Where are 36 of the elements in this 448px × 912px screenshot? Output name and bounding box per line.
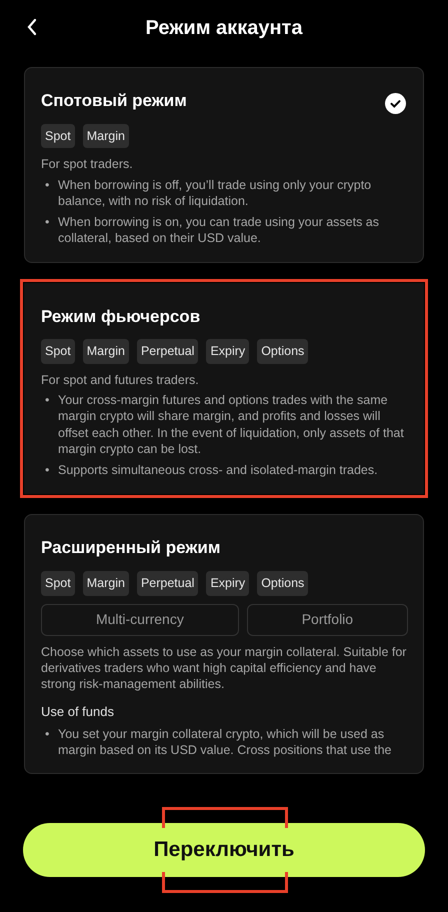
bullet-mark: • — [44, 462, 50, 478]
tag: Margin — [82, 124, 129, 148]
section-heading: Use of funds — [41, 703, 115, 722]
description: For spot and futures traders. — [41, 372, 200, 388]
page-title: Режим аккаунта — [146, 16, 302, 40]
option-button[interactable]: Portfolio — [246, 604, 408, 636]
bullet-text: You set your margin collateral crypto, which will be used as margin based on its USD value. Cross positions that use the — [58, 726, 393, 758]
bullet-text: When borrowing is on, you can trade using your assets as collateral, based on their USD value. — [58, 214, 380, 246]
mode-title: Спотовый режим — [41, 90, 188, 112]
tag: Spot — [41, 570, 75, 596]
mode-title: Расширенный режим — [41, 537, 222, 560]
tag: Margin — [82, 570, 129, 596]
description: For spot traders. — [41, 156, 134, 172]
tag: Perpetual — [136, 570, 198, 596]
bullet-mark: • — [44, 176, 50, 194]
tag: Options — [257, 570, 308, 596]
back-icon[interactable] — [26, 18, 38, 36]
bullet-mark: • — [44, 392, 50, 409]
bullet-text: When borrowing is off, you’ll trade using only your crypto balance, with no risk of liquidation. — [58, 176, 372, 209]
tag: Expiry — [206, 570, 250, 596]
mode-card[interactable] — [24, 514, 424, 774]
bullet-text: Your cross-margin futures and options trades with the same margin crypto will share margin, and profits and losses will offset each other. In the event of liquidation, only assets of that margin crypto can be lost. — [58, 392, 405, 457]
tag: Spot — [41, 124, 75, 148]
bullet-mark: • — [44, 214, 50, 231]
switch-button[interactable]: Переключить — [23, 823, 425, 877]
mode-title: Режим фьючерсов — [41, 306, 202, 328]
tag: Expiry — [206, 339, 250, 364]
option-button[interactable]: Multi-currency — [41, 604, 239, 636]
description: Choose which assets to use as your margin collateral. Suitable for derivatives traders who want high capital efficiency and have strong risk-management abilities. — [41, 644, 408, 692]
tag: Spot — [41, 339, 75, 364]
bullet-mark: • — [44, 726, 50, 743]
tag: Perpetual — [136, 339, 198, 364]
tag: Options — [257, 339, 308, 364]
mode-card[interactable] — [24, 67, 424, 262]
bullet-text: Supports simultaneous cross- and isolated-margin trades. — [58, 462, 378, 478]
tag: Margin — [82, 339, 129, 364]
